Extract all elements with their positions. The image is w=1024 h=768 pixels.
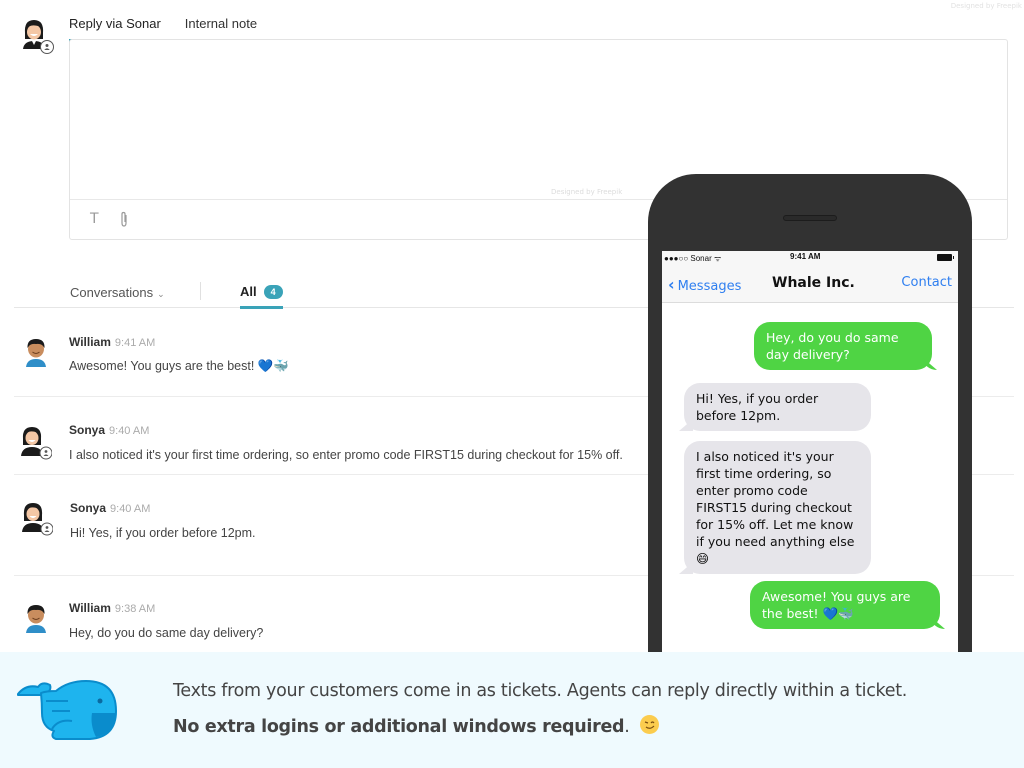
phone-screen: ●●●○○ Sonar ᯤ 9:41 AM ‹ Messages Whale In… <box>662 251 958 664</box>
message-bubble-outgoing: Awesome! You guys are the best! 💙🐳 <box>750 581 940 629</box>
conversation-sender: Sonya 9:40 AM <box>70 501 150 515</box>
message-time: 9:41 AM <box>114 337 156 349</box>
message-bubble-outgoing: Hey, do you do same day delivery? <box>754 322 932 370</box>
conversations-dropdown-label: Conversations <box>70 285 154 300</box>
carrier-signal: ●●●○○ Sonar ᯤ <box>664 253 721 264</box>
message-preview: Hi! Yes, if you order before 12pm. <box>70 526 256 540</box>
feature-banner: Texts from your customers come in as tic… <box>0 652 1024 768</box>
whale-logo-icon <box>17 680 117 740</box>
conversation-title: Whale Inc. <box>772 275 855 291</box>
count-badge: 4 <box>263 284 283 299</box>
agent-avatar <box>23 20 54 54</box>
banner-text-line1: Texts from your customers come in as tic… <box>173 681 908 701</box>
contact-button[interactable]: Contact <box>901 275 952 290</box>
message-time: 9:40 AM <box>110 503 151 515</box>
sender-name: William <box>69 601 111 615</box>
phone-mockup: ●●●○○ Sonar ᯤ 9:41 AM ‹ Messages Whale In… <box>648 174 972 664</box>
conversation-sender: Sonya 9:40 AM <box>69 423 149 437</box>
battery-icon <box>937 254 954 261</box>
winking-face-icon <box>639 715 659 734</box>
conversation-sender: William 9:41 AM <box>69 335 155 349</box>
sender-name: Sonya <box>70 501 107 515</box>
customer-avatar <box>26 339 46 367</box>
banner-bold-text: No extra logins or additional windows re… <box>173 717 625 737</box>
chevron-left-icon: ‹ <box>668 275 675 294</box>
conversations-dropdown[interactable]: Conversations ⌄ <box>70 285 165 300</box>
conversation-sender: William 9:38 AM <box>69 601 155 615</box>
phone-status-bar: ●●●○○ Sonar ᯤ 9:41 AM <box>662 251 958 265</box>
banner-text-line2: No extra logins or additional windows re… <box>173 715 659 737</box>
text-format-icon[interactable]: T <box>90 211 99 227</box>
carrier-label: ●●●○○ Sonar <box>664 254 712 263</box>
back-label: Messages <box>677 279 742 294</box>
header-divider <box>200 282 201 300</box>
sender-name: William <box>69 335 111 349</box>
message-preview: I also noticed it's your first time orde… <box>69 448 623 462</box>
banner-period: . <box>624 717 630 737</box>
agent-avatar <box>22 503 53 536</box>
status-time: 9:41 AM <box>790 252 821 261</box>
sender-name: Sonya <box>69 423 106 437</box>
composer-credit: Designed by Freepik <box>551 188 623 196</box>
customer-avatar <box>26 605 46 633</box>
message-bubble-incoming: I also noticed it's your first time orde… <box>684 441 871 574</box>
messages-nav-bar: ‹ Messages Whale Inc. Contact <box>662 265 958 303</box>
back-button[interactable]: ‹ Messages <box>668 275 741 294</box>
attachment-icon[interactable] <box>118 211 130 232</box>
tab-all-label: All <box>240 284 257 299</box>
designer-credit: Designed by Freepik <box>950 2 1022 10</box>
agent-avatar <box>21 427 52 460</box>
message-bubble-incoming: Hi! Yes, if you order before 12pm. <box>684 383 871 431</box>
phone-speaker <box>783 215 837 221</box>
message-time: 9:38 AM <box>114 603 156 615</box>
message-preview: Hey, do you do same day delivery? <box>69 626 264 640</box>
message-time: 9:40 AM <box>109 425 150 437</box>
tab-all[interactable]: All 4 <box>240 284 283 309</box>
chevron-down-icon: ⌄ <box>157 289 165 299</box>
wifi-icon: ᯤ <box>713 254 722 263</box>
message-preview: Awesome! You guys are the best! 💙🐳 <box>69 359 289 373</box>
